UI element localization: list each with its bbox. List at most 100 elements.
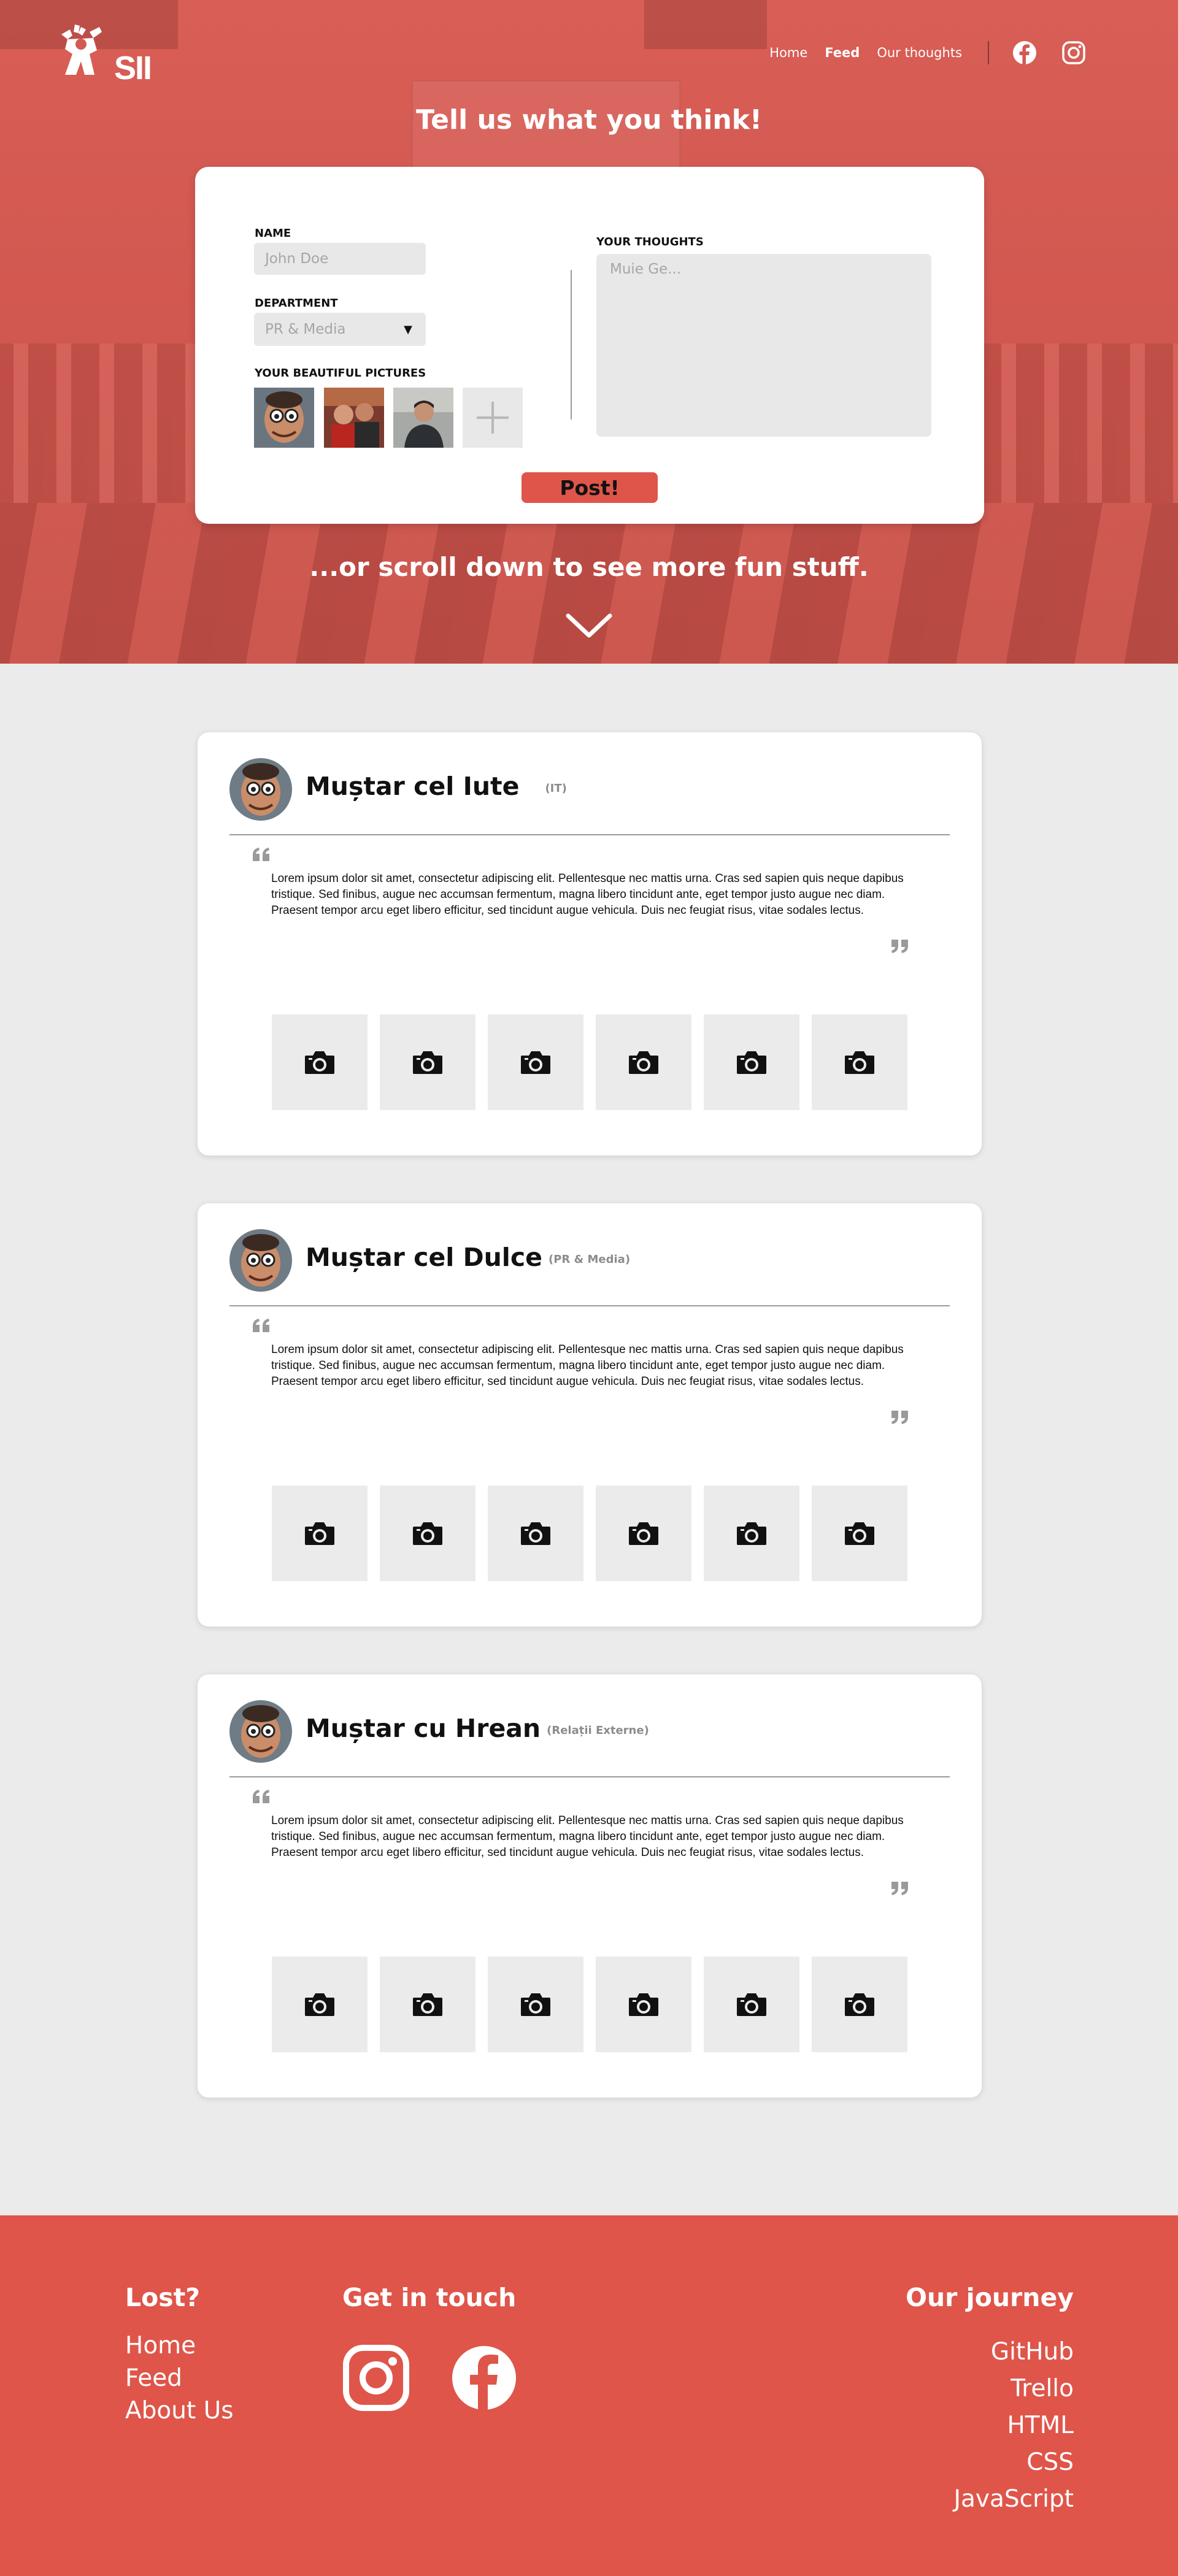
form-divider [571,270,572,420]
chevron-down-icon[interactable] [564,611,614,642]
photo-placeholder[interactable] [812,1957,907,2052]
instagram-icon[interactable] [342,2344,410,2412]
camera-icon [305,1522,334,1545]
thoughts-textarea[interactable]: Muie Ge... [596,254,931,437]
author-name-text: Muștar cel Dulce [306,1243,542,1272]
photo-placeholder[interactable] [704,1485,799,1581]
camera-icon [629,1051,658,1074]
site-logo[interactable]: SII [54,23,158,86]
camera-icon [413,1522,442,1545]
camera-icon [629,1522,658,1545]
camera-icon [737,1522,766,1545]
people-photo-image [324,388,384,448]
dropdown-caret-icon: ▼ [404,323,412,336]
post-button[interactable]: Post! [522,472,658,503]
facebook-icon[interactable] [1012,40,1037,65]
photo-placeholder[interactable] [812,1485,907,1581]
department-select[interactable]: PR & Media ▼ [254,313,426,346]
name-input[interactable]: John Doe [254,243,426,275]
department-selected-value: PR & Media [265,321,346,337]
camera-icon [413,1993,442,2016]
quote-close-icon [891,940,908,953]
nav-feed[interactable]: Feed [825,45,860,60]
footer-journey-heading: Our journey [906,2283,1074,2312]
footer-contact-heading: Get in touch [342,2283,517,2312]
photo-placeholder[interactable] [812,1014,907,1110]
post-text: Lorem ipsum dolor sit amet, consectetur … [271,1814,904,1859]
camera-icon [521,1522,550,1545]
author-department: (PR & Media) [548,1252,631,1266]
photo-placeholder[interactable] [488,1485,583,1581]
photo-placeholder[interactable] [272,1485,368,1581]
photo-placeholder[interactable] [596,1014,691,1110]
footer-lost-heading: Lost? [125,2283,201,2312]
footer-link-home[interactable]: Home [125,2332,196,2359]
instagram-icon[interactable] [1061,40,1086,65]
camera-icon [737,1051,766,1074]
picture-thumbnail[interactable] [393,388,453,448]
thought-form: NAME John Doe DEPARTMENT PR & Media ▼ YO… [195,167,984,524]
hero-title: Tell us what you think! [416,104,762,136]
photo-placeholder[interactable] [596,1485,691,1581]
author-name: Muștar cu Hrean (Relații Externe) [306,1714,649,1743]
footer-link-feed[interactable]: Feed [125,2364,182,2392]
hero-background-window [644,0,767,49]
site-footer: Lost? Home Feed About Us Get in touch Ou… [0,2215,1178,2576]
camera-icon [845,1993,874,2016]
avatar [229,1700,292,1763]
avatar [229,1229,292,1292]
thoughts-label: YOUR THOUGHTS [596,236,704,248]
footer-link-about-us[interactable]: About Us [125,2397,234,2425]
post-card: Muștar cel Iute (IT) Lorem ipsum dolor si… [198,732,982,1156]
avatar [229,758,292,821]
nav-home[interactable]: Home [769,45,807,60]
quote-close-icon [891,1411,908,1424]
photo-placeholder[interactable] [704,1957,799,2052]
footer-link-html[interactable]: HTML [1007,2412,1074,2439]
footer-link-css[interactable]: CSS [1026,2448,1074,2476]
author-avatar-image [229,1229,292,1292]
footer-link-javascript[interactable]: JavaScript [954,2485,1074,2513]
facebook-icon[interactable] [450,2344,518,2412]
photo-placeholder[interactable] [272,1014,368,1110]
quote-open-icon [253,848,269,861]
picture-thumbnail[interactable] [254,388,314,448]
add-picture-button[interactable] [463,388,523,448]
nav-separator [988,41,989,64]
camera-icon [305,1051,334,1074]
photo-placeholder[interactable] [380,1014,475,1110]
author-department: (Relații Externe) [547,1723,649,1737]
footer-link-github[interactable]: GitHub [991,2338,1074,2366]
photo-placeholder[interactable] [488,1957,583,2052]
photo-placeholder[interactable] [380,1485,475,1581]
photo-placeholder[interactable] [272,1957,368,2052]
camera-icon [305,1993,334,2016]
nav-our-thoughts[interactable]: Our thoughts [877,45,962,60]
camera-icon [629,1993,658,2016]
plus-icon [477,402,509,434]
quote-open-icon [253,1319,269,1332]
caricature-image [254,388,314,448]
author-department: (IT) [545,781,567,795]
camera-icon [845,1522,874,1545]
author-name-text: Muștar cu Hrean [306,1714,541,1743]
photo-placeholder[interactable] [488,1014,583,1110]
author-name: Muștar cel Dulce (PR & Media) [306,1243,630,1272]
department-label: DEPARTMENT [255,297,338,310]
quote-open-icon [253,1790,269,1803]
hero-section: SII Home Feed Our thoughts Tell us what … [0,0,1178,664]
author-name: Muștar cel Iute (IT) [306,772,567,801]
logo-text: SII [114,50,152,86]
picture-thumbnail[interactable] [324,388,384,448]
photo-placeholder[interactable] [596,1957,691,2052]
footer-link-trello[interactable]: Trello [1011,2375,1074,2402]
author-avatar-image [229,1700,292,1763]
camera-icon [413,1051,442,1074]
hero-subtitle: ...or scroll down to see more fun stuff. [309,552,869,582]
person-photo-image [393,388,453,448]
camera-icon [521,1051,550,1074]
photo-placeholder[interactable] [380,1957,475,2052]
post-divider [229,834,950,835]
photo-placeholder[interactable] [704,1014,799,1110]
camera-icon [521,1993,550,2016]
